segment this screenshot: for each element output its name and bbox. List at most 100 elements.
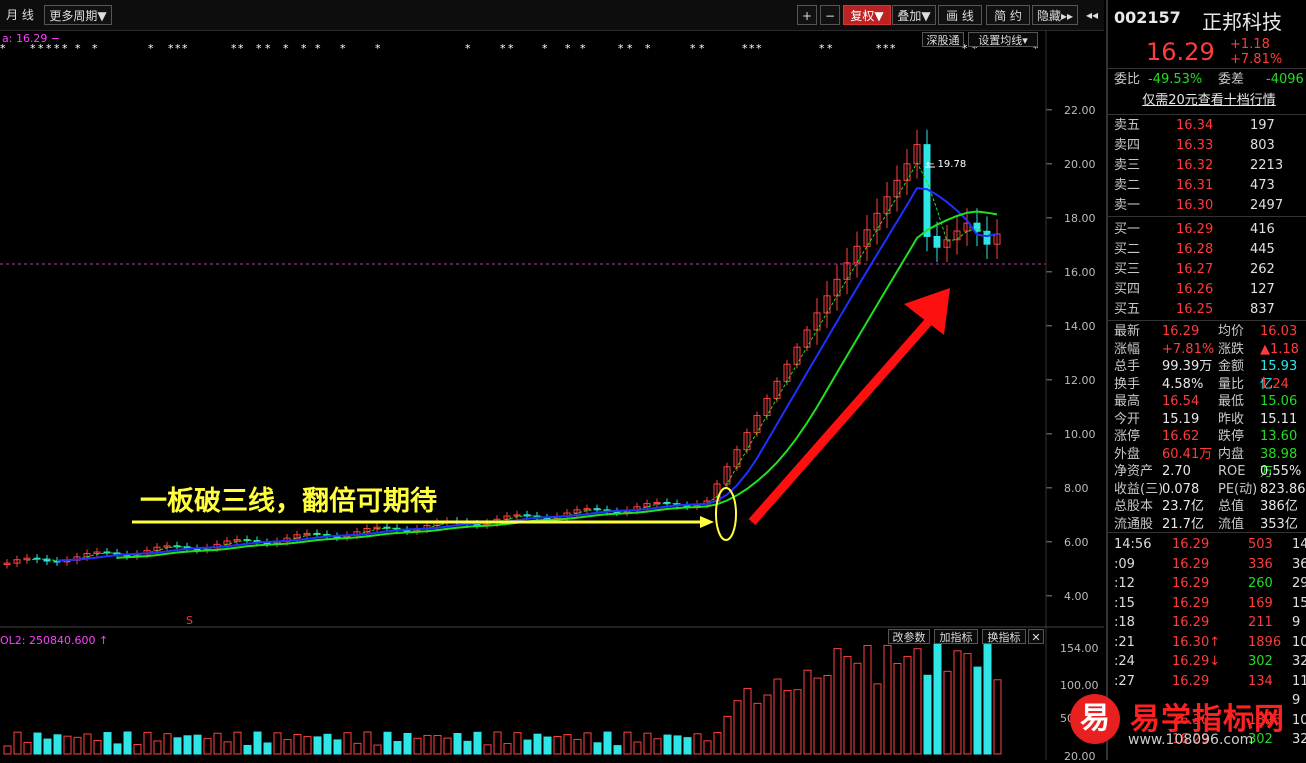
volume-bar-up xyxy=(773,678,782,755)
price-tick-label: 16.00 xyxy=(1064,266,1096,279)
volume-bar-up xyxy=(3,745,12,755)
switch-indicator-button[interactable]: 换指标 xyxy=(982,629,1026,644)
volume-bar-down xyxy=(103,732,112,755)
tick-row: 14:56 16.29 503 14 xyxy=(1108,535,1306,555)
expand-icon[interactable]: ◂◂ xyxy=(1082,5,1102,25)
bid-volume: 127 xyxy=(1250,282,1275,297)
chart-toolbar: 月 线 更多周期▼ + − 复权▼ 叠加▼ 画 线 简 约 隐藏▸▸ ◂◂ xyxy=(0,0,1104,31)
event-marker-icon: * xyxy=(756,42,762,55)
event-marker-icon: * xyxy=(580,42,586,55)
volume-bar-up xyxy=(753,702,762,755)
event-marker-icon: * xyxy=(749,42,755,55)
stat-row: 净资产 2.70 ROE 0.55% xyxy=(1108,463,1306,481)
volume-bar-up xyxy=(363,731,372,755)
draw-line-button[interactable]: 画 线 xyxy=(938,5,982,25)
volume-bar-up xyxy=(843,656,852,755)
zoom-in-button[interactable]: + xyxy=(797,5,817,25)
event-marker-icon: * xyxy=(742,42,748,55)
volume-bar-up xyxy=(903,655,912,755)
stat-row: 外盘 60.41万 内盘 38.98万 xyxy=(1108,446,1306,480)
volume-bar-up xyxy=(553,735,562,755)
stat-value: 4.58% xyxy=(1162,376,1204,392)
stat-row: 涨幅 +7.81% 涨跌 ▲1.18 xyxy=(1108,341,1306,359)
volume-bar-up xyxy=(203,738,212,755)
volume-bar-down xyxy=(543,736,552,755)
close-indicator-icon[interactable]: ✕ xyxy=(1028,629,1044,644)
event-marker-icon: * xyxy=(375,42,381,55)
stat-label: 量比 xyxy=(1218,376,1245,392)
stat-row: 今开 15.19 昨收 15.11 xyxy=(1108,411,1306,429)
event-marker-icon: * xyxy=(565,42,571,55)
tick-price: 16.29 xyxy=(1172,673,1210,689)
tick-count: 9 xyxy=(1292,615,1301,630)
ask-price: 16.32 xyxy=(1176,158,1214,173)
volume-bar-down xyxy=(53,734,62,755)
simple-mode-button[interactable]: 简 约 xyxy=(986,5,1030,25)
period-monthly-button[interactable]: 月 线 xyxy=(0,5,40,25)
zoom-out-button[interactable]: − xyxy=(820,5,840,25)
fuquan-dropdown[interactable]: 复权▼ xyxy=(843,5,891,25)
event-marker-icon: * xyxy=(182,42,188,55)
tick-count: 36 xyxy=(1292,556,1306,572)
annotation-arrowhead xyxy=(700,516,714,528)
volume-bar-up xyxy=(303,736,312,755)
stat-value: 15.11 xyxy=(1260,411,1298,427)
volume-bar-up xyxy=(633,741,642,755)
event-marker-icon: * xyxy=(283,42,289,55)
stat-row: 收益(三) 0.078 PE(动) 823.86 xyxy=(1108,481,1306,499)
bid-volume: 837 xyxy=(1250,302,1275,317)
level10-promo-link[interactable]: 仅需20元查看十档行情 xyxy=(1114,92,1304,110)
volume-bar-down xyxy=(683,737,692,755)
volume-bar-down xyxy=(973,666,982,755)
volume-bar-down xyxy=(113,743,122,755)
event-marker-icon: * xyxy=(231,42,237,55)
ask-price: 16.30 xyxy=(1176,198,1214,213)
stat-label: 收益(三) xyxy=(1114,481,1164,497)
event-marker-icon: * xyxy=(238,42,244,55)
watermark-logo-icon: 易 xyxy=(1070,694,1120,744)
stat-value: 0.078 xyxy=(1162,481,1200,497)
kline-chart-area[interactable]: 22.00 20.00 18.00 16.00 14.00 12.00 10.00 8.00 6… xyxy=(0,30,1104,763)
more-period-dropdown[interactable]: 更多周期▼ xyxy=(44,5,112,25)
volume-bar-up xyxy=(623,731,632,755)
tick-price: 16.29 xyxy=(1172,576,1210,591)
volume-bar-up xyxy=(583,732,592,755)
event-marker-icon: * xyxy=(175,42,181,55)
volume-bar-down xyxy=(393,741,402,755)
add-indicator-button[interactable]: 加指标 xyxy=(934,629,978,644)
tick-price: 16.29 xyxy=(1172,595,1210,611)
tick-volume: 336 xyxy=(1248,556,1273,572)
event-marker-icon: * xyxy=(62,42,68,55)
ask-volume: 803 xyxy=(1250,138,1275,153)
price-tick-label: 10.00 xyxy=(1064,428,1096,441)
ask-row-4: 卖四 16.33 803 xyxy=(1108,136,1306,156)
tick-volume: 302 xyxy=(1248,654,1273,669)
ma-settings-button[interactable]: 设置均线▾ xyxy=(968,32,1038,47)
volume-bar-up xyxy=(913,648,922,755)
volume-bar-up xyxy=(483,744,492,755)
event-marker-icon: * xyxy=(92,42,98,55)
volume-bar-up xyxy=(713,731,722,755)
volume-bar-down xyxy=(43,738,52,755)
tick-price: 16.30↑ xyxy=(1172,634,1221,650)
tick-count: 11 xyxy=(1292,673,1306,689)
volume-bar-down xyxy=(923,674,932,755)
tick-volume: 169 xyxy=(1248,595,1273,611)
event-marker-icon: * xyxy=(148,42,154,55)
stat-row: 最高 16.54 最低 15.06 xyxy=(1108,393,1306,411)
volume-bar-up xyxy=(953,650,962,755)
kline-chart[interactable]: 22.00 20.00 18.00 16.00 14.00 12.00 10.00 8.00 6… xyxy=(0,30,1104,763)
exchange-connect-button[interactable]: 深股通 xyxy=(922,32,964,47)
volume-bar-down xyxy=(663,734,672,755)
bid-price: 16.29 xyxy=(1176,222,1214,237)
tick-count: 109 xyxy=(1292,634,1306,650)
volume-bar-up xyxy=(573,738,582,755)
ask-volume: 2497 xyxy=(1250,198,1284,213)
hide-panel-button[interactable]: 隐藏▸▸ xyxy=(1032,5,1078,25)
stat-label: 总值 xyxy=(1218,499,1245,514)
change-params-button[interactable]: 改参数 xyxy=(888,629,930,644)
overlay-dropdown[interactable]: 叠加▼ xyxy=(892,5,936,25)
volume-bar-up xyxy=(733,700,742,755)
volume-bar-up xyxy=(13,731,22,755)
volume-bar-down xyxy=(593,742,602,755)
